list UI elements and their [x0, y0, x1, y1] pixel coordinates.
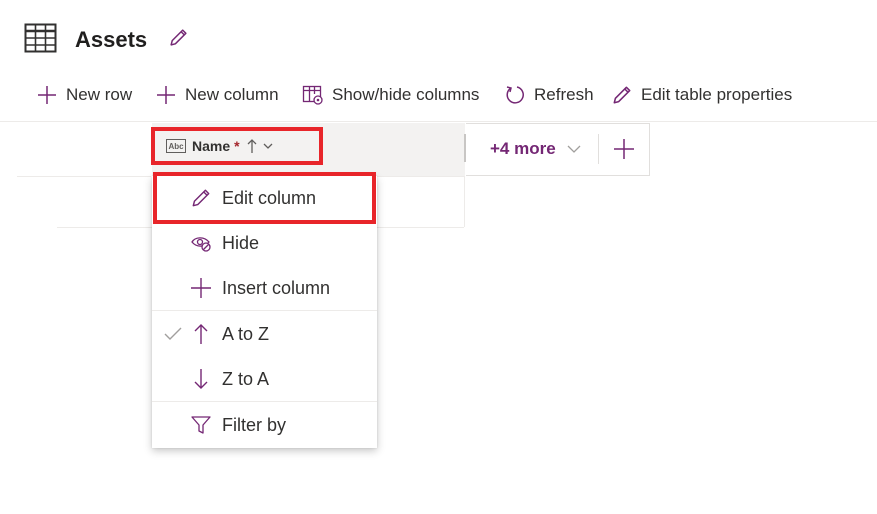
page-title: Assets [75, 27, 148, 52]
column-divider [464, 176, 465, 227]
menu-item-label: Insert column [222, 277, 331, 298]
new-column-button[interactable]: New column [155, 82, 279, 108]
row-selector-column [17, 123, 151, 177]
refresh-icon [504, 84, 526, 106]
highlight-column-header [151, 127, 323, 165]
eye-hide-icon [190, 232, 212, 254]
refresh-label: Refresh [534, 85, 594, 104]
table-icon [24, 23, 57, 53]
show-hide-columns-button[interactable]: Show/hide columns [302, 82, 479, 108]
menu-divider [152, 310, 377, 311]
header-divider [598, 134, 599, 164]
menu-item-filter-by[interactable]: Filter by [152, 403, 377, 447]
edit-table-properties-button[interactable]: Edit table properties [611, 82, 792, 108]
menu-item-insert-column[interactable]: Insert column [152, 266, 377, 310]
toolbar-divider [0, 121, 877, 122]
menu-item-sort-z-to-a[interactable]: Z to A [152, 357, 377, 401]
more-columns-button[interactable]: +4 more [490, 139, 582, 159]
plus-icon [155, 84, 177, 106]
filter-icon [190, 414, 212, 436]
more-columns-label: +4 more [490, 139, 556, 158]
menu-item-label: Filter by [222, 414, 287, 435]
column-settings-icon [302, 84, 324, 106]
refresh-button[interactable]: Refresh [504, 82, 594, 108]
menu-divider [152, 401, 377, 402]
menu-item-label: Z to A [222, 368, 270, 389]
menu-item-label: A to Z [222, 323, 270, 344]
menu-item-hide[interactable]: Hide [152, 221, 377, 265]
menu-item-label: Hide [222, 232, 260, 253]
arrow-up-icon [190, 323, 212, 345]
arrow-down-icon [190, 368, 212, 390]
menu-item-sort-a-to-z[interactable]: A to Z [152, 312, 377, 356]
show-hide-columns-label: Show/hide columns [332, 85, 480, 104]
new-row-label: New row [66, 85, 133, 104]
new-column-label: New column [185, 85, 279, 104]
plus-icon [36, 84, 58, 106]
edit-table-properties-label: Edit table properties [641, 85, 793, 104]
new-row-button[interactable]: New row [36, 82, 132, 108]
highlight-edit-column [153, 172, 376, 224]
chevron-down-icon [566, 144, 582, 154]
plus-icon [190, 277, 212, 299]
add-column-button[interactable] [612, 137, 636, 161]
edit-title-pencil-icon[interactable] [168, 27, 189, 48]
pencil-icon [611, 84, 633, 106]
checkmark-icon [164, 327, 182, 341]
